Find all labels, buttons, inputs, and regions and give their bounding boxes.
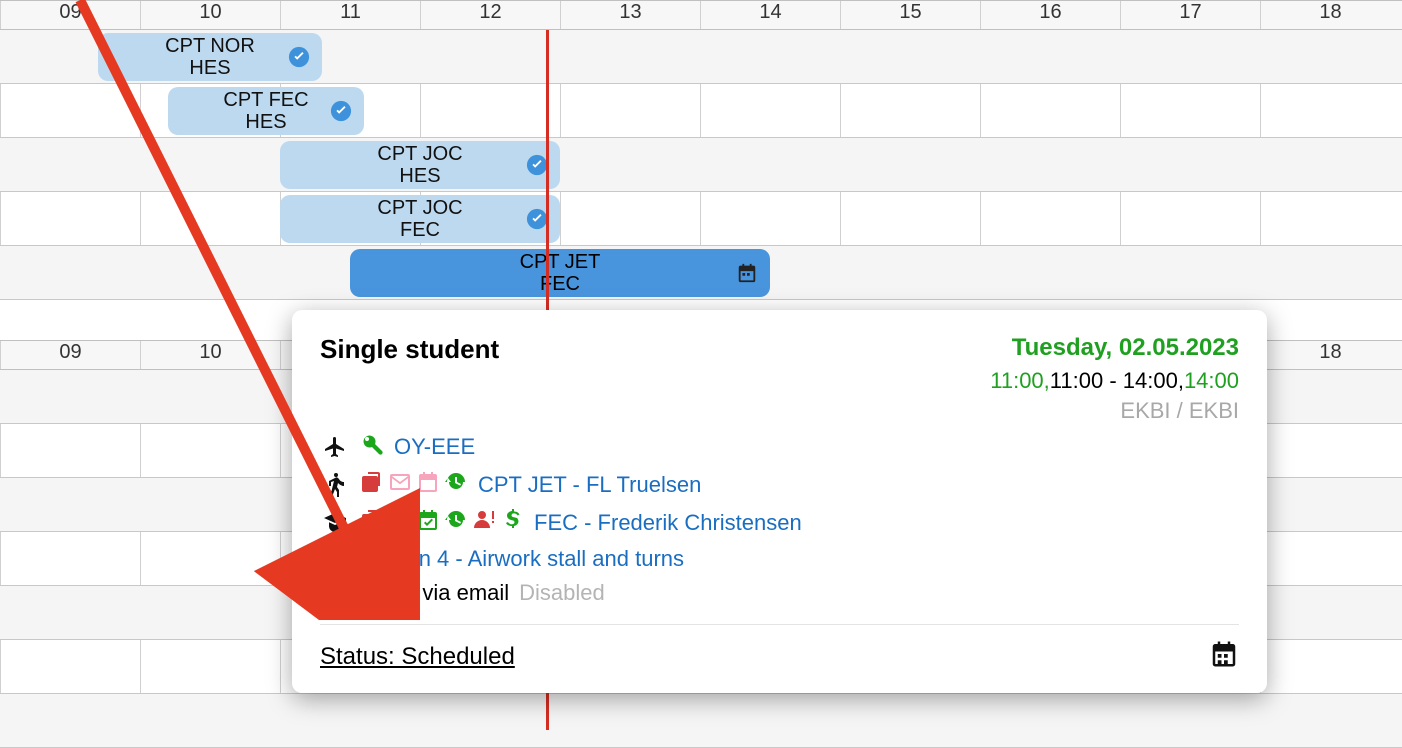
dollar-icon[interactable] [500, 508, 524, 538]
mail-icon[interactable] [388, 508, 412, 538]
hour: 10 [140, 1, 280, 29]
popup-airports: EKBI / EKBI [990, 398, 1239, 424]
hour: 09 [0, 1, 140, 29]
calendar-check-icon[interactable] [416, 508, 440, 538]
check-icon [288, 46, 310, 68]
plane-icon [320, 435, 350, 459]
hour: 18 [1260, 341, 1400, 369]
history-icon[interactable] [444, 508, 468, 538]
hour: 09 [0, 341, 140, 369]
grid-row [0, 192, 1402, 246]
lesson-link[interactable]: Lesson 4 - Airwork stall and turns [360, 546, 684, 572]
grid-row [0, 694, 1402, 748]
check-icon [526, 154, 548, 176]
time-end-outer: 14:00 [1184, 368, 1239, 393]
student-line: FEC - Frederik Christensen [320, 508, 1239, 538]
schedule-grid-1: CPT NORHES CPT FECHES CPT JOCHES CPT JOCFEC… [0, 30, 1402, 300]
history-icon[interactable] [444, 470, 468, 500]
hour: 15 [840, 1, 980, 29]
calendar-small-icon[interactable] [416, 470, 440, 500]
popup-status: Status: Scheduled [320, 643, 515, 671]
hour: 17 [1120, 1, 1260, 29]
event-label: CPT NORHES [165, 35, 255, 79]
calendar-icon [736, 262, 758, 284]
hour: 13 [560, 1, 700, 29]
event-block[interactable]: CPT NORHES [98, 33, 322, 81]
notify-line: Notify via email Disabled [320, 580, 1239, 606]
time-middle: 11:00 - 14:00, [1050, 368, 1184, 393]
person-walk-icon [320, 473, 350, 497]
divider [320, 624, 1239, 625]
grid-row [0, 138, 1402, 192]
popup-title: Single student [320, 334, 499, 365]
popup-date: Tuesday, 02.05.2023 [990, 334, 1239, 362]
booking-popup: Single student Tuesday, 02.05.2023 11:00… [292, 310, 1267, 693]
envelope-icon [320, 581, 350, 605]
mail-icon[interactable] [388, 470, 412, 500]
copy-icon[interactable] [360, 470, 384, 500]
event-label: CPT JOCHES [377, 143, 462, 187]
time-header-1: 09 10 11 12 13 14 15 16 17 18 [0, 0, 1402, 30]
wrench-icon[interactable] [360, 432, 384, 462]
calendar-icon[interactable] [1209, 639, 1239, 675]
lesson-line: Lesson 4 - Airwork stall and turns [320, 546, 1239, 572]
event-block[interactable]: CPT FECHES [168, 87, 364, 135]
user-alert-icon[interactable] [472, 508, 496, 538]
time-start-outer: 11:00, [990, 368, 1050, 393]
check-icon [330, 100, 352, 122]
list-icon [320, 547, 350, 571]
copy-icon[interactable] [360, 508, 384, 538]
hour: 10 [140, 341, 280, 369]
event-block[interactable]: CPT JETFEC [350, 249, 770, 297]
hour: 14 [700, 1, 840, 29]
instructor-line: CPT JET - FL Truelsen [320, 470, 1239, 500]
aircraft-line: OY-EEE [320, 432, 1239, 462]
aircraft-link[interactable]: OY-EEE [394, 434, 475, 460]
event-label: CPT JOCFEC [377, 197, 462, 241]
hour: 11 [280, 1, 420, 29]
notify-state: Disabled [519, 580, 605, 606]
instructor-link[interactable]: CPT JET - FL Truelsen [478, 472, 701, 498]
event-block[interactable]: CPT JOCFEC [280, 195, 560, 243]
event-label: CPT FECHES [223, 89, 308, 133]
popup-times: 11:00,11:00 - 14:00,14:00 [990, 368, 1239, 394]
check-icon [526, 208, 548, 230]
student-icon [320, 511, 350, 535]
event-block[interactable]: CPT JOCHES [280, 141, 560, 189]
notify-label: Notify via email [360, 580, 509, 606]
hour: 12 [420, 1, 560, 29]
hour: 18 [1260, 1, 1400, 29]
student-link[interactable]: FEC - Frederik Christensen [534, 510, 802, 536]
hour: 16 [980, 1, 1120, 29]
event-label: CPT JETFEC [520, 251, 601, 295]
